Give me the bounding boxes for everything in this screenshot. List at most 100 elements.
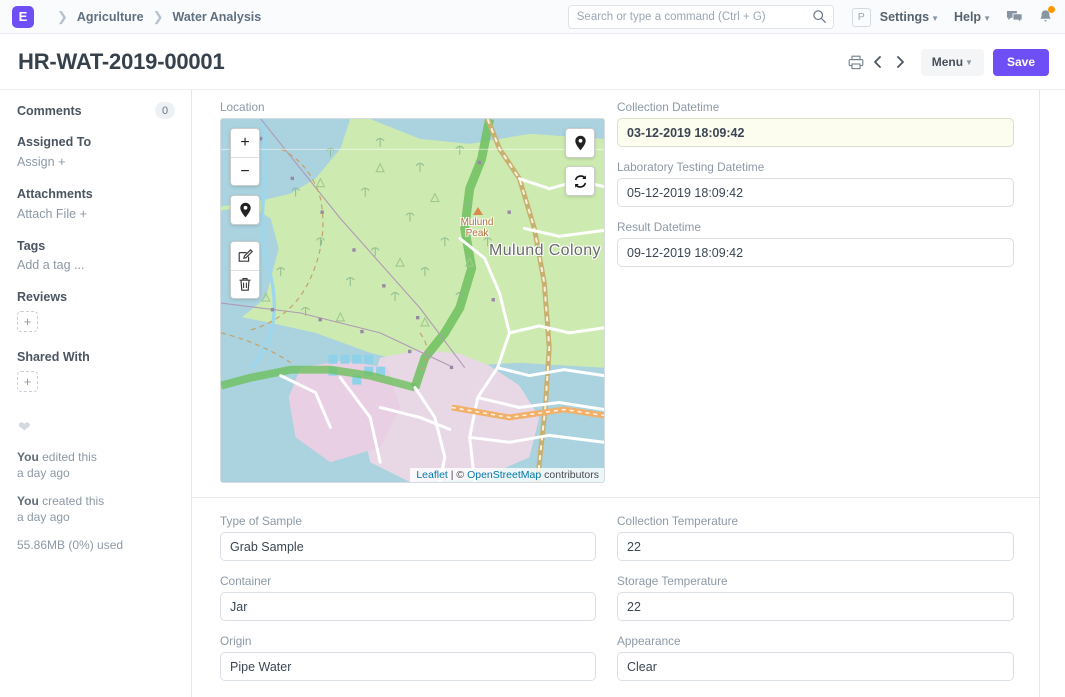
zoom-in-button[interactable]: +: [231, 129, 259, 157]
attach-file-label: Attach File: [17, 207, 76, 221]
origin-input[interactable]: [220, 652, 596, 681]
field-type-of-sample: Type of Sample: [220, 514, 596, 561]
navbar-right-group: P Settings▼ Help▼: [568, 0, 1055, 34]
avatar[interactable]: P: [852, 8, 871, 27]
sidebar-section-shared-with: Shared With +: [17, 350, 175, 392]
page-title: HR-WAT-2019-00001: [18, 49, 225, 75]
breadcrumb-chevron-icon: ❯: [153, 10, 164, 23]
add-share-button[interactable]: +: [17, 371, 38, 392]
leaflet-link[interactable]: Leaflet: [416, 469, 448, 481]
delete-shape-button[interactable]: [231, 270, 259, 298]
appearance-input[interactable]: [617, 652, 1014, 681]
sidebar-section-comments[interactable]: Comments 0: [17, 102, 175, 119]
comments-count-badge: 0: [155, 102, 175, 119]
reset-view-button[interactable]: [566, 167, 594, 195]
edit-pencil-icon: [238, 249, 253, 264]
location-map[interactable]: Mulund Peak Mulund Colony + −: [220, 118, 605, 483]
settings-label: Settings: [880, 10, 929, 24]
menu-button[interactable]: Menu▼: [921, 49, 984, 76]
container-label: Container: [220, 574, 596, 588]
page-header: HR-WAT-2019-00001 Menu▼ Save: [0, 34, 1065, 90]
trash-icon: [238, 277, 252, 292]
assign-button[interactable]: Assign +: [17, 154, 175, 169]
edited-text: edited this: [42, 450, 97, 464]
map-draw-controls: [230, 241, 260, 299]
map-tiles: [221, 119, 604, 482]
breadcrumb-agriculture[interactable]: Agriculture: [77, 10, 144, 24]
attach-file-button[interactable]: Attach File +: [17, 206, 175, 221]
type-of-sample-input[interactable]: [220, 532, 596, 561]
breadcrumb-chevron-icon: ❯: [57, 10, 68, 23]
map-pin-icon: [574, 135, 587, 151]
search-box[interactable]: [568, 5, 834, 29]
add-tag-input[interactable]: Add a tag ...: [17, 258, 175, 272]
menu-label: Menu: [932, 55, 963, 69]
previous-record-button[interactable]: [867, 50, 889, 74]
sample-left-column: Type of Sample Container Origin: [220, 514, 617, 694]
field-result-datetime: Result Datetime: [617, 220, 1014, 267]
print-button[interactable]: [845, 50, 867, 74]
assign-label: Assign: [17, 155, 55, 169]
mountain-peak-icon: [473, 207, 483, 215]
appearance-label: Appearance: [617, 634, 1014, 648]
notifications-button[interactable]: [1038, 9, 1053, 25]
page-body: Comments 0 Assigned To Assign + Attachme…: [0, 90, 1065, 697]
tags-label: Tags: [17, 239, 175, 253]
edit-shape-button[interactable]: [231, 242, 259, 270]
like-heart-icon[interactable]: ❤: [18, 418, 175, 436]
openstreetmap-link[interactable]: OpenStreetMap: [467, 469, 541, 481]
collection-temperature-input[interactable]: [617, 532, 1014, 561]
container-input[interactable]: [220, 592, 596, 621]
map-locate-control: [230, 195, 260, 225]
help-label: Help: [954, 10, 981, 24]
add-review-button[interactable]: +: [17, 311, 38, 332]
storage-temperature-label: Storage Temperature: [617, 574, 1014, 588]
breadcrumb-water-analysis[interactable]: Water Analysis: [173, 10, 262, 24]
chevron-down-icon: ▼: [931, 14, 939, 23]
result-datetime-input[interactable]: [617, 238, 1014, 267]
storage-usage: 55.86MB (0%) used: [17, 538, 175, 552]
section-sample-details: Type of Sample Container Origin Collecti…: [192, 497, 1039, 697]
created-by: You: [17, 494, 39, 508]
field-storage-temperature: Storage Temperature: [617, 574, 1014, 621]
datetime-column: Collection Datetime Laboratory Testing D…: [617, 100, 1014, 483]
attachments-label: Attachments: [17, 187, 175, 201]
chevron-down-icon: ▼: [983, 14, 991, 23]
field-origin: Origin: [220, 634, 596, 681]
chevron-left-icon: [872, 55, 884, 69]
edited-by: You: [17, 450, 39, 464]
app-logo[interactable]: E: [12, 6, 34, 28]
field-laboratory-testing-datetime: Laboratory Testing Datetime: [617, 160, 1014, 207]
collection-datetime-label: Collection Datetime: [617, 100, 1014, 114]
save-button[interactable]: Save: [993, 49, 1049, 76]
search-input[interactable]: [568, 5, 834, 29]
chat-button[interactable]: [1006, 9, 1023, 25]
next-record-button[interactable]: [889, 50, 911, 74]
comments-label: Comments: [17, 104, 82, 118]
map-add-marker-control: [565, 128, 595, 158]
created-text: created this: [42, 494, 104, 508]
activity-created: You created this a day ago: [17, 494, 175, 525]
sidebar-section-assigned-to: Assigned To Assign +: [17, 135, 175, 169]
chat-icon: [1006, 9, 1023, 25]
help-dropdown[interactable]: Help▼: [954, 10, 991, 24]
notification-badge-dot: [1048, 6, 1055, 13]
location-label: Location: [220, 100, 596, 114]
type-of-sample-label: Type of Sample: [220, 514, 596, 528]
shared-with-label: Shared With: [17, 350, 175, 364]
origin-label: Origin: [220, 634, 596, 648]
page-header-actions: Menu▼ Save: [845, 34, 1049, 90]
zoom-out-button[interactable]: −: [231, 157, 259, 185]
form-card: Location: [192, 90, 1040, 697]
locate-me-button[interactable]: [231, 196, 259, 224]
activity-edited: You edited this a day ago: [17, 450, 175, 481]
map-pin-icon: [239, 202, 252, 218]
storage-temperature-input[interactable]: [617, 592, 1014, 621]
collection-datetime-input[interactable]: [617, 118, 1014, 147]
laboratory-testing-datetime-input[interactable]: [617, 178, 1014, 207]
add-marker-button[interactable]: [566, 129, 594, 157]
main-content: Location: [192, 90, 1065, 697]
laboratory-testing-datetime-label: Laboratory Testing Datetime: [617, 160, 1014, 174]
chevron-right-icon: [894, 55, 906, 69]
settings-dropdown[interactable]: Settings▼: [880, 10, 939, 24]
